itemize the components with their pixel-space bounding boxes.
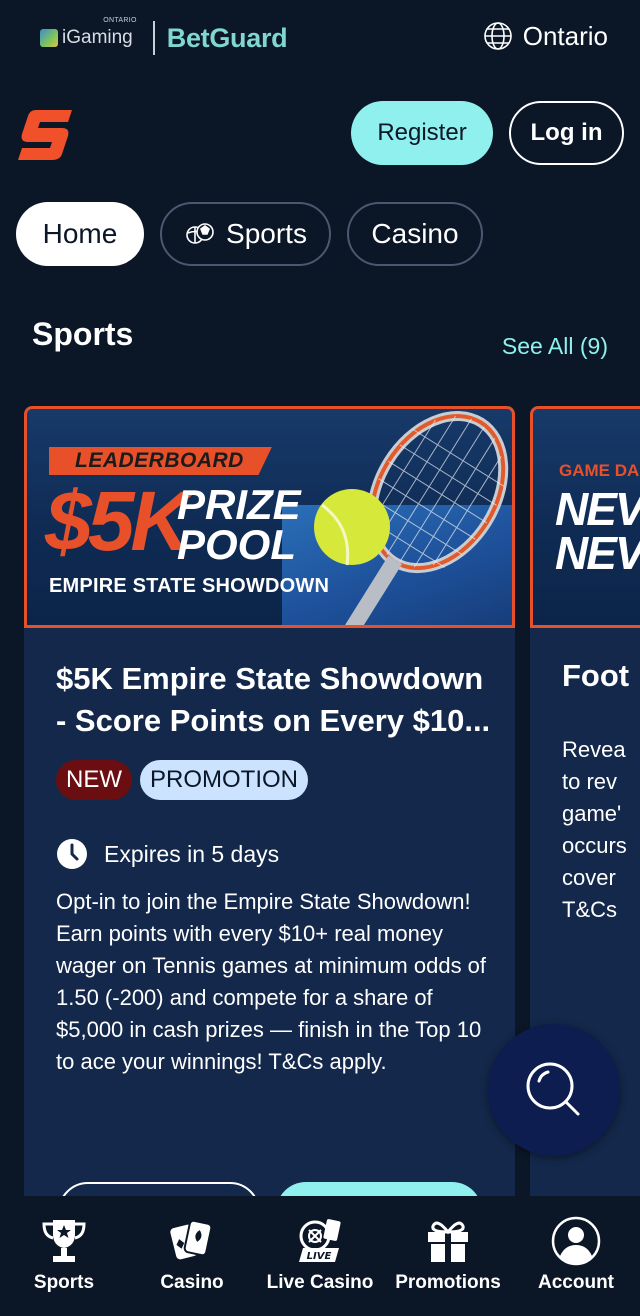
tab-casino-label: Casino bbox=[371, 218, 459, 249]
betguard-logo: BetGuard bbox=[166, 22, 288, 53]
globe-icon bbox=[483, 22, 512, 50]
tab-home[interactable]: Home bbox=[16, 202, 144, 266]
card-expiry: Expires in 5 days bbox=[56, 838, 279, 870]
nav-sports[interactable]: Sports bbox=[0, 1196, 128, 1316]
expiry-text: Expires in 5 days bbox=[104, 840, 280, 867]
promotion-badge: PROMOTION bbox=[140, 760, 308, 800]
card-badges: NEW PROMOTION bbox=[56, 760, 308, 800]
region-label: Ontario bbox=[522, 20, 608, 51]
tab-casino[interactable]: Casino bbox=[347, 202, 483, 266]
nav-casino[interactable]: Casino bbox=[128, 1196, 256, 1316]
account-icon bbox=[551, 1216, 601, 1266]
section-title: Sports bbox=[32, 316, 134, 352]
bottom-nav: Sports Casino LIVE Live Casino Promotion… bbox=[0, 1196, 640, 1316]
tab-sports[interactable]: Sports bbox=[160, 202, 331, 266]
card-title: $5K Empire State Showdown - Score Points… bbox=[56, 661, 491, 738]
nav-account[interactable]: Account bbox=[512, 1196, 640, 1316]
clock-icon bbox=[57, 839, 87, 869]
register-button[interactable]: Register bbox=[351, 101, 493, 165]
card-primary-button[interactable] bbox=[276, 1182, 482, 1196]
search-icon bbox=[526, 1062, 580, 1116]
banner-line1-next: NEV bbox=[555, 483, 640, 535]
banner-headline-next: NEV NEV bbox=[555, 483, 640, 579]
cards-icon bbox=[170, 1219, 213, 1260]
banner-subtitle: EMPIRE STATE SHOWDOWN bbox=[49, 575, 330, 597]
region-selector[interactable]: Ontario bbox=[483, 18, 608, 54]
igaming-superscript: ONTARIO bbox=[103, 17, 137, 24]
see-all-link[interactable]: See All (9) bbox=[502, 333, 608, 360]
card-secondary-button[interactable] bbox=[58, 1182, 260, 1196]
top-bar: iGaming ONTARIO BetGuard Ontario bbox=[0, 0, 640, 80]
nav-promotions-label: Promotions bbox=[395, 1272, 501, 1293]
nav-sports-label: Sports bbox=[33, 1272, 95, 1293]
banner-prize-line1: PRIZE bbox=[177, 481, 301, 528]
banner-prize-line2: POOL bbox=[177, 521, 297, 568]
banner-tag: LEADERBOARD bbox=[49, 447, 272, 475]
promo-banner: LEADERBOARD $5K PRIZE POOL EMPIRE STATE … bbox=[24, 406, 515, 628]
tab-home-label: Home bbox=[42, 218, 118, 249]
brand-s-logo[interactable] bbox=[16, 106, 74, 164]
logo-divider bbox=[152, 21, 155, 55]
promo-card[interactable]: LEADERBOARD $5K PRIZE POOL EMPIRE STATE … bbox=[24, 406, 515, 1196]
nav-account-label: Account bbox=[538, 1272, 614, 1293]
new-badge: NEW bbox=[56, 760, 132, 800]
card-description: Opt-in to join the Empire State Showdown… bbox=[56, 889, 487, 1074]
igaming-ontario-logo: iGaming ONTARIO bbox=[40, 17, 136, 49]
regulator-logos: iGaming ONTARIO BetGuard bbox=[40, 17, 288, 56]
banner-tag-next: GAME DA bbox=[559, 461, 640, 480]
nav-promotions[interactable]: Promotions bbox=[384, 1196, 512, 1316]
search-button[interactable] bbox=[488, 1024, 620, 1156]
card-title-next: Foot bbox=[562, 658, 630, 693]
nav-live-casino[interactable]: LIVE Live Casino bbox=[256, 1196, 384, 1316]
tab-sports-label: Sports bbox=[226, 218, 307, 249]
promo-banner-next: GAME DA NEV NEV bbox=[530, 406, 640, 628]
nav-casino-label: Casino bbox=[160, 1272, 224, 1293]
banner-line2-next: NEV bbox=[555, 527, 640, 579]
live-badge: LIVE bbox=[307, 1251, 332, 1262]
gift-icon bbox=[428, 1221, 468, 1262]
banner-amount: $5K bbox=[45, 474, 191, 568]
igaming-mark-icon bbox=[40, 29, 58, 47]
login-button[interactable]: Log in bbox=[509, 101, 624, 165]
card-description-next: Revea to rev game' occurs cover T&Cs bbox=[562, 737, 627, 922]
igaming-label: iGaming bbox=[62, 27, 133, 48]
banner-prize-text: PRIZE POOL bbox=[177, 481, 301, 568]
live-roulette-icon: LIVE bbox=[299, 1219, 341, 1262]
sports-balls-icon bbox=[186, 223, 214, 244]
nav-live-casino-label: Live Casino bbox=[266, 1272, 374, 1293]
trophy-icon bbox=[42, 1220, 86, 1262]
